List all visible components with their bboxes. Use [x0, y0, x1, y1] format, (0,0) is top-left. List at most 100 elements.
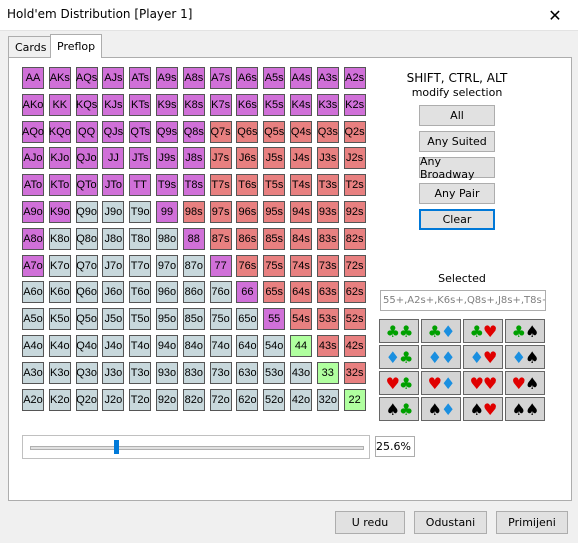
hand-cell[interactable]: J8o	[102, 227, 125, 250]
hand-cell[interactable]: A9o	[22, 201, 44, 223]
hand-cell[interactable]: AJo	[22, 147, 44, 170]
hand-cell[interactable]: 99	[156, 201, 178, 223]
hand-cell[interactable]: T4o	[129, 335, 152, 357]
hand-cell[interactable]: QQ	[75, 120, 98, 143]
hand-cell[interactable]: K9o	[48, 201, 71, 223]
suit-combo-cell[interactable]: ♣ ♠	[505, 319, 545, 343]
hand-cell[interactable]: 84o	[182, 335, 205, 357]
hand-cell[interactable]: J3o	[102, 361, 125, 384]
hand-cell[interactable]: T5o	[129, 308, 152, 331]
hand-cell[interactable]: K9s	[156, 93, 178, 116]
hand-cell[interactable]: JTo	[102, 174, 125, 197]
hand-cell[interactable]: 32s	[343, 361, 366, 384]
hand-cell[interactable]: 75o	[209, 308, 232, 331]
hand-cell[interactable]: T9s	[156, 174, 178, 197]
hand-cell[interactable]: Q7s	[209, 120, 232, 143]
hand-cell[interactable]: T9o	[129, 201, 152, 223]
hand-cell[interactable]: 63o	[236, 361, 259, 384]
hand-cell[interactable]: 83s	[316, 227, 339, 250]
hand-cell[interactable]: AA	[22, 67, 44, 89]
hand-cell[interactable]: J5o	[102, 308, 125, 331]
hand-cell[interactable]: T8o	[129, 227, 152, 250]
hand-cell[interactable]: 63s	[316, 281, 339, 304]
hand-cell[interactable]: J2o	[102, 388, 125, 411]
hand-cell[interactable]: T5s	[263, 174, 286, 197]
hand-cell[interactable]: 43s	[316, 335, 339, 357]
hand-cell[interactable]: ATo	[22, 174, 44, 197]
hand-cell[interactable]: AKs	[48, 67, 71, 89]
hand-cell[interactable]: 96o	[156, 281, 178, 304]
suit-combo-cell[interactable]: ♥ ♥	[463, 371, 503, 395]
hand-cell[interactable]: 94s	[290, 201, 312, 223]
hand-cell[interactable]: A9s	[156, 67, 178, 89]
hand-cell[interactable]: 84s	[290, 227, 312, 250]
hand-cell[interactable]: J2s	[343, 147, 366, 170]
hand-cell[interactable]: K3s	[316, 93, 339, 116]
hand-cell[interactable]: 54s	[290, 308, 312, 331]
hand-cell[interactable]: QJo	[75, 147, 98, 170]
hand-cell[interactable]: QTo	[75, 174, 98, 197]
hand-cell[interactable]: T6s	[236, 174, 259, 197]
suit-combo-cell[interactable]: ♠ ♦	[421, 397, 461, 421]
range-slider[interactable]	[22, 435, 370, 459]
hand-cell[interactable]: AQs	[75, 67, 98, 89]
hand-cell[interactable]: 74o	[209, 335, 232, 357]
hand-cell[interactable]: T4s	[290, 174, 312, 197]
suit-combo-cell[interactable]: ♦ ♥	[463, 345, 503, 369]
hand-cell[interactable]: Q4s	[290, 120, 312, 143]
hand-cell[interactable]: 62s	[343, 281, 366, 304]
hand-cell[interactable]: KJo	[48, 147, 71, 170]
hand-cell[interactable]: Q7o	[75, 254, 98, 277]
hand-cell[interactable]: T3o	[129, 361, 152, 384]
tab-cards[interactable]: Cards	[8, 36, 54, 57]
hand-cell[interactable]: QJs	[102, 120, 125, 143]
suit-combo-cell[interactable]: ♦ ♦	[421, 345, 461, 369]
hand-cell[interactable]: 65o	[236, 308, 259, 331]
hand-cell[interactable]: Q3s	[316, 120, 339, 143]
hand-cell[interactable]: 77	[209, 254, 232, 277]
hand-cell[interactable]: T2s	[343, 174, 366, 197]
suit-combo-cell[interactable]: ♣ ♦	[421, 319, 461, 343]
hand-cell[interactable]: A4s	[290, 67, 312, 89]
hand-cell[interactable]: KQs	[75, 93, 98, 116]
close-icon[interactable]: ✕	[532, 0, 578, 30]
hand-cell[interactable]: A3o	[22, 361, 44, 384]
hand-cell[interactable]: 42s	[343, 335, 366, 357]
hand-cell[interactable]: T7o	[129, 254, 152, 277]
hand-cell[interactable]: J7o	[102, 254, 125, 277]
hand-cell[interactable]: KQo	[48, 120, 71, 143]
all-button[interactable]: All	[419, 105, 495, 126]
hand-cell[interactable]: K4o	[48, 335, 71, 357]
hand-cell[interactable]: A6s	[236, 67, 259, 89]
hand-cell[interactable]: K2s	[343, 93, 366, 116]
suit-combo-cell[interactable]: ♦ ♠	[505, 345, 545, 369]
hand-cell[interactable]: Q6s	[236, 120, 259, 143]
hand-cell[interactable]: T6o	[129, 281, 152, 304]
hand-cell[interactable]: K5s	[263, 93, 286, 116]
suit-combo-cell[interactable]: ♠ ♣	[379, 397, 419, 421]
hand-cell[interactable]: T7s	[209, 174, 232, 197]
hand-cell[interactable]: Q5s	[263, 120, 286, 143]
hand-cell[interactable]: KTo	[48, 174, 71, 197]
hand-cell[interactable]: J6o	[102, 281, 125, 304]
hand-cell[interactable]: 62o	[236, 388, 259, 411]
hand-cell[interactable]: 93s	[316, 201, 339, 223]
hand-cell[interactable]: K7s	[209, 93, 232, 116]
hand-cell[interactable]: J5s	[263, 147, 286, 170]
hand-cell[interactable]: 76s	[236, 254, 259, 277]
hand-cell[interactable]: Q8s	[182, 120, 205, 143]
hand-cell[interactable]: 72o	[209, 388, 232, 411]
suit-combo-cell[interactable]: ♠ ♥	[463, 397, 503, 421]
hand-cell[interactable]: A2s	[343, 67, 366, 89]
hand-cell[interactable]: K6s	[236, 93, 259, 116]
hand-cell[interactable]: J9s	[156, 147, 178, 170]
hand-cell[interactable]: 87o	[182, 254, 205, 277]
hand-cell[interactable]: ATs	[129, 67, 152, 89]
hand-cell[interactable]: 88	[182, 227, 205, 250]
hand-cell[interactable]: 98o	[156, 227, 178, 250]
slider-thumb[interactable]	[114, 440, 119, 454]
hand-cell[interactable]: K8o	[48, 227, 71, 250]
hand-cell[interactable]: 55	[263, 308, 286, 331]
tab-preflop[interactable]: Preflop	[50, 34, 103, 58]
hand-cell[interactable]: 65s	[263, 281, 286, 304]
